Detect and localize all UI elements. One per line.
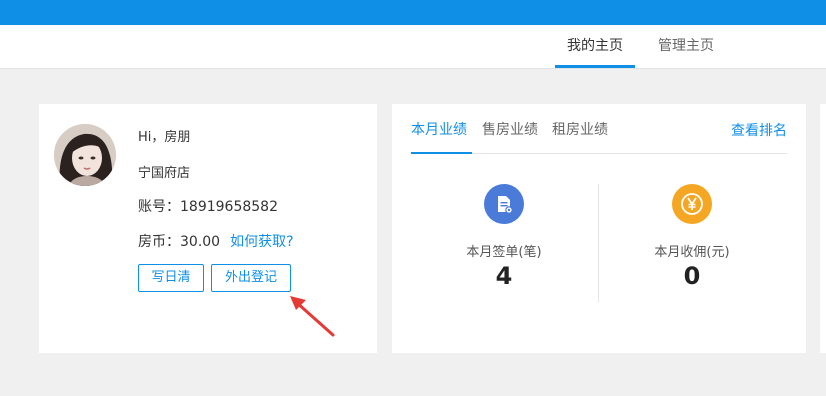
coin-value: 30.00 <box>180 234 221 250</box>
stat-label: 本月签单(笔) <box>466 245 542 260</box>
stat-divider <box>598 184 599 302</box>
stat-value: 4 <box>495 262 513 290</box>
account-number: 18919658582 <box>180 199 278 215</box>
tab-sale-performance[interactable]: 售房业绩 <box>482 119 538 153</box>
account-label: 账号： <box>138 199 180 215</box>
stat-monthly-deals: 本月签单(笔) 4 <box>424 184 584 290</box>
tab-my-home[interactable]: 我的主页 <box>555 25 635 68</box>
coin-row: 房币：30.00 如何获取? <box>138 231 294 251</box>
next-card-edge <box>820 104 826 353</box>
performance-card: 本月业绩 售房业绩 租房业绩 查看排名 本月签单(笔) 4 本月收佣(元) 0 <box>392 104 806 353</box>
stat-value: 0 <box>683 262 701 290</box>
coin-help-link[interactable]: 如何获取? <box>230 234 293 250</box>
store-name: 宁国府店 <box>138 166 191 181</box>
tab-rent-performance[interactable]: 租房业绩 <box>552 119 608 153</box>
main-nav: 我的主页 管理主页 <box>0 25 826 69</box>
account-row: 账号：18919658582 <box>138 196 278 216</box>
tab-monthly-performance[interactable]: 本月业绩 <box>411 119 472 154</box>
tab-manage-home[interactable]: 管理主页 <box>650 25 722 68</box>
annotation-arrow-icon <box>290 296 335 337</box>
stat-label: 本月收佣(元) <box>654 245 730 260</box>
greeting-text: Hi，房朋 <box>138 130 191 145</box>
coin-label: 房币： <box>138 234 180 250</box>
document-icon <box>484 184 524 224</box>
view-ranking-link[interactable]: 查看排名 <box>731 120 787 140</box>
out-registration-button[interactable]: 外出登记 <box>211 264 291 292</box>
yen-icon <box>672 184 712 224</box>
avatar[interactable] <box>54 124 116 186</box>
stat-monthly-commission: 本月收佣(元) 0 <box>612 184 772 290</box>
top-header-bar <box>0 0 826 25</box>
write-diary-button[interactable]: 写日清 <box>138 264 204 292</box>
